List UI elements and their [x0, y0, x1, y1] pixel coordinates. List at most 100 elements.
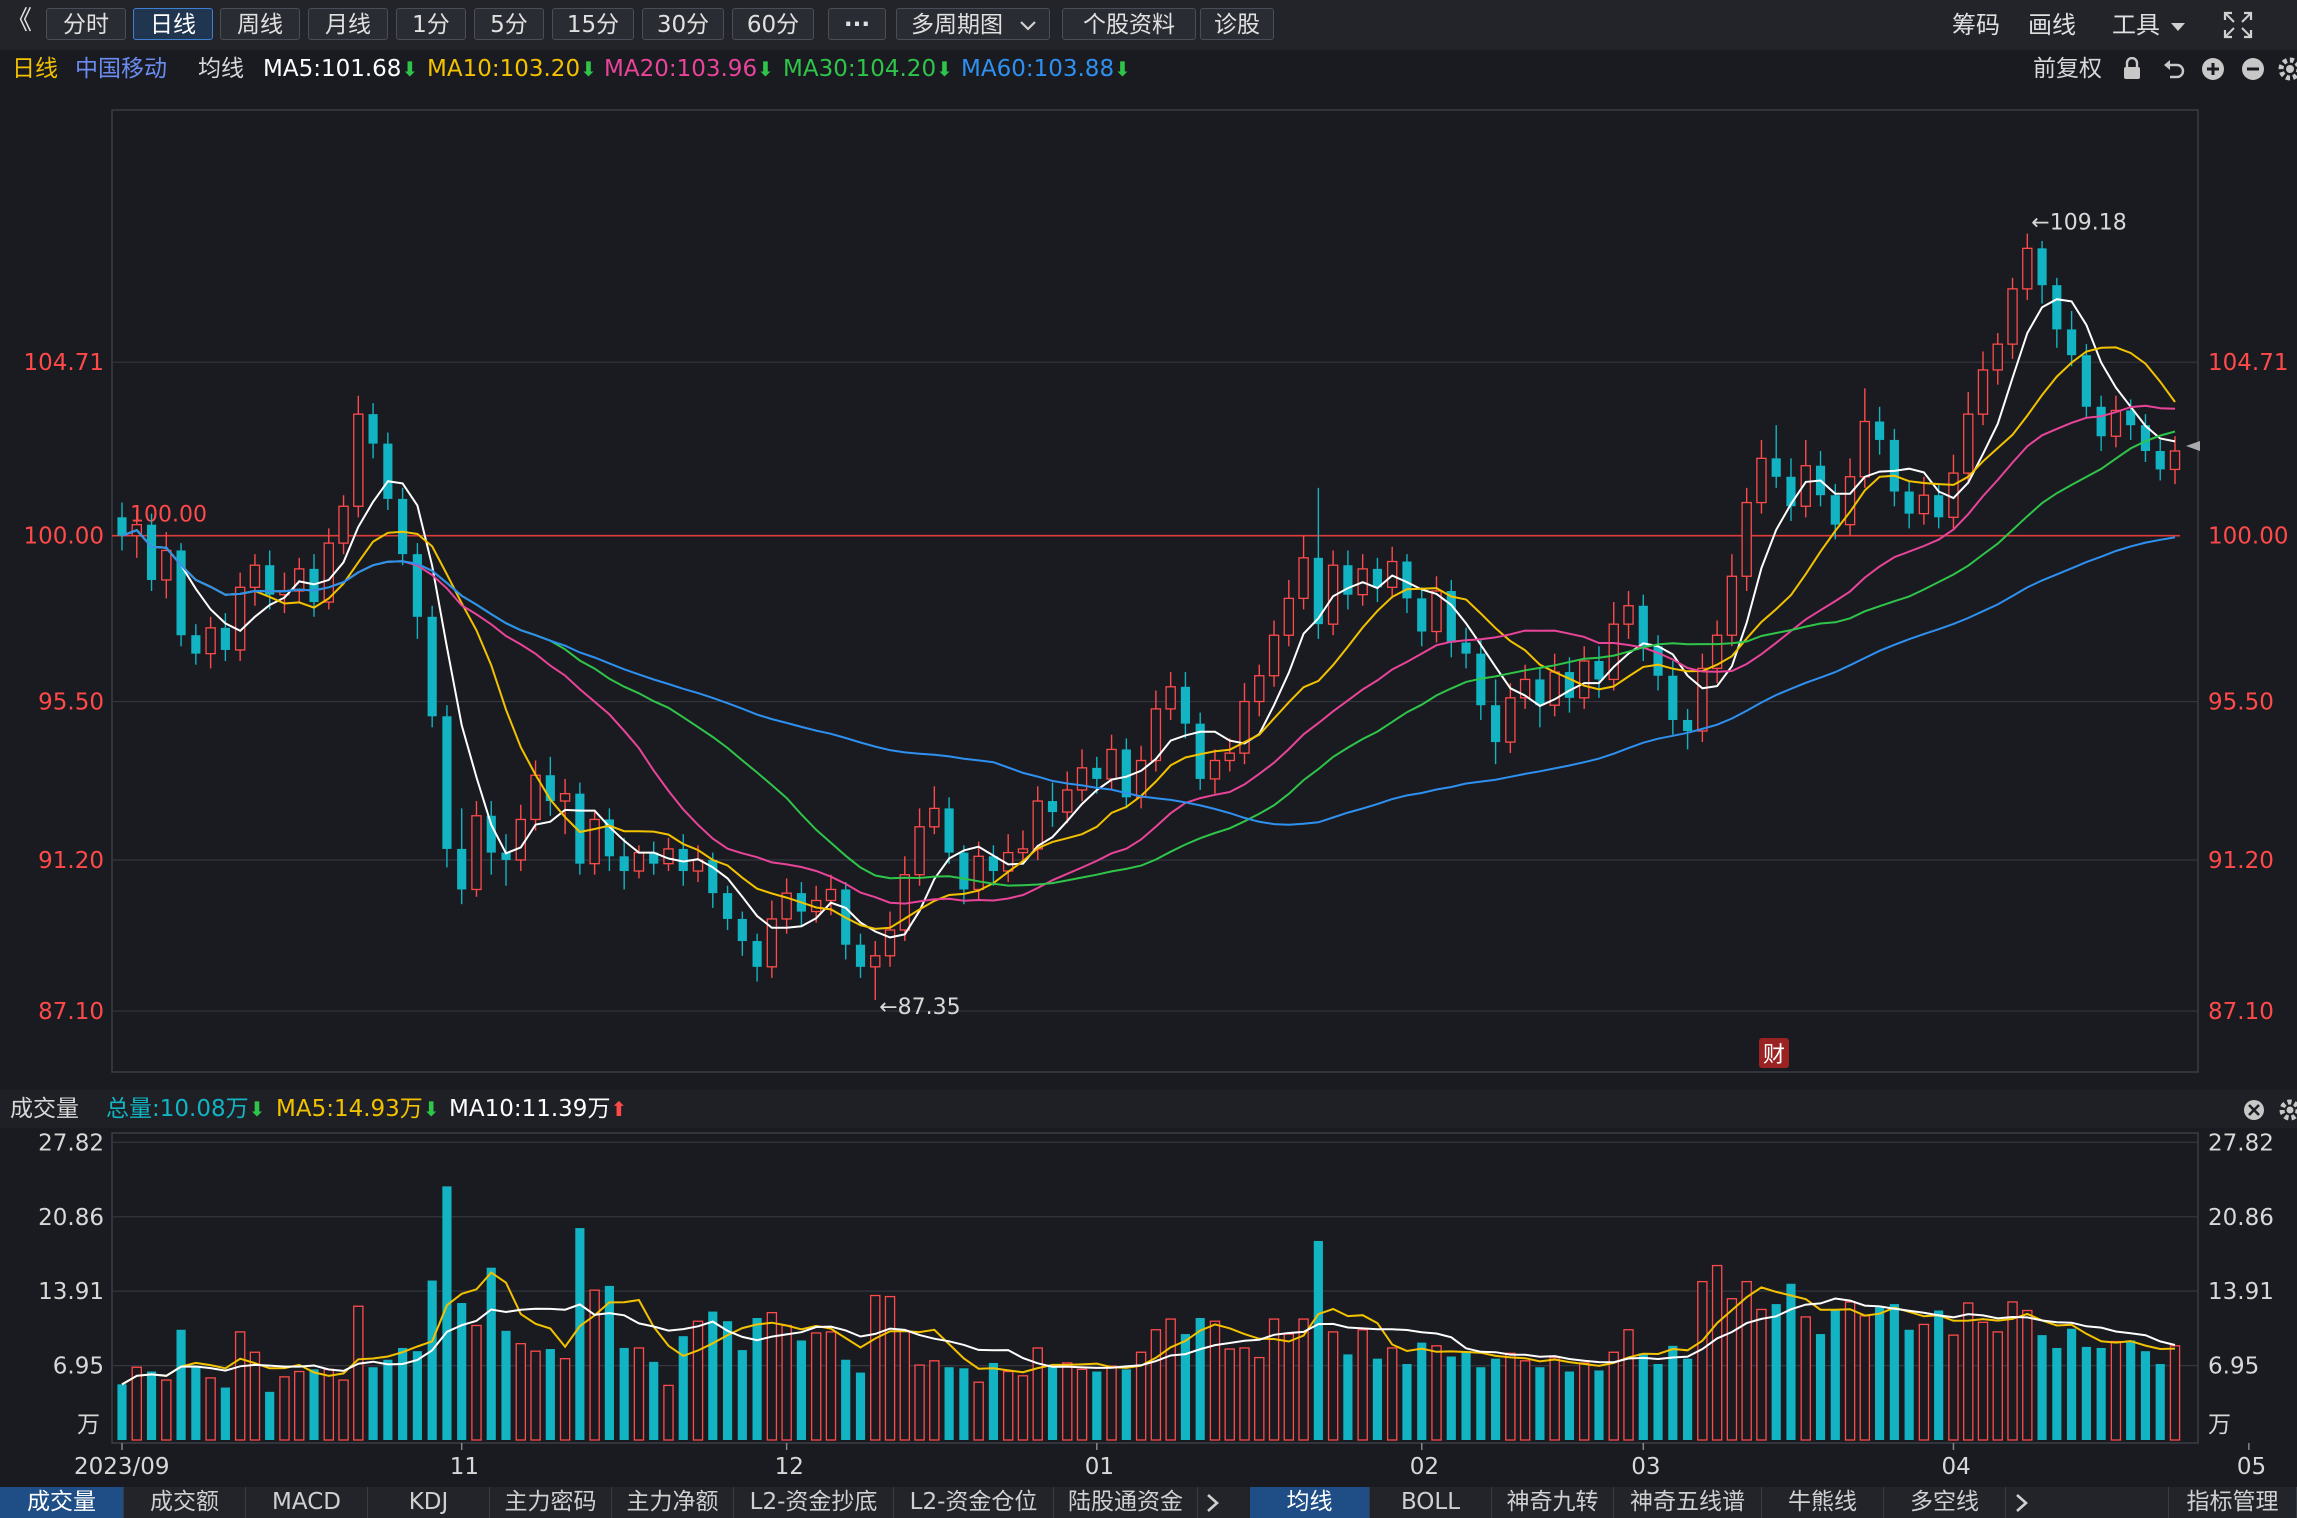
candle-body-up [161, 549, 172, 581]
adjust-selector[interactable]: 前复权 [2033, 50, 2102, 88]
volume-bar-up [1741, 1280, 1752, 1441]
finance-badge[interactable]: 财 [1759, 1038, 1789, 1068]
ma-type-selector[interactable]: 均线 [198, 50, 244, 88]
ma60-value: MA60:103.88⬇ [961, 50, 1131, 88]
candle-body-down [2081, 355, 2091, 407]
tools-button[interactable]: 工具 [2112, 8, 2186, 42]
tab-kdj[interactable]: KDJ [368, 1487, 490, 1518]
ma20-value: MA20:103.96⬇ [604, 50, 774, 88]
candle-body-up [2022, 247, 2033, 290]
draw-button[interactable]: 画线 [2028, 8, 2076, 42]
indicator-manage-button[interactable]: 指标管理 [2168, 1487, 2297, 1518]
ma10-text: MA10:103.20 [427, 56, 581, 82]
indicator-settings-gear-icon[interactable] [2278, 1098, 2297, 1122]
tab-ma[interactable]: 均线 [1250, 1487, 1370, 1518]
diagnose-button[interactable]: 诊股 [1200, 8, 1274, 40]
volume-bar-down [1446, 1356, 1456, 1440]
indicator-tab-bar: 成交量 成交额 MACD KDJ 主力密码 主力净额 L2-资金抄底 L2-资金… [0, 1487, 2297, 1518]
candle-body-up [1106, 748, 1117, 780]
price-tick-label: 104.71 [24, 350, 104, 376]
candle-body-down [1668, 675, 1678, 720]
period-button-intraday[interactable]: 分时 [46, 8, 126, 40]
volume-bar-up [899, 1330, 911, 1441]
tab-volume[interactable]: 成交量 [0, 1487, 124, 1518]
tab-l2-bottom-fishing[interactable]: L2-资金抄底 [734, 1487, 894, 1518]
zoom-out-icon[interactable] [2240, 56, 2266, 82]
period-button-15min[interactable]: 15分 [552, 8, 634, 40]
company-info-button[interactable]: 个股资料 [1062, 8, 1196, 40]
tab-long-short-line[interactable]: 多空线 [1884, 1487, 2006, 1518]
candle-body-up [515, 818, 527, 861]
volume-tick-label: 6.95 [2208, 1354, 2259, 1380]
volume-chart[interactable]: 27.82 20.86 13.91 6.95 万 27.82 20.86 13.91 6.95… [0, 1128, 2297, 1487]
tab-main-force-net[interactable]: 主力净额 [612, 1487, 734, 1518]
tab-northbound-fund[interactable]: 陆股通资金 [1054, 1487, 1198, 1518]
candle-body-down [1830, 495, 1840, 525]
volume-bar-up [1076, 1368, 1088, 1441]
settings-gear-icon[interactable] [2277, 56, 2297, 82]
tab-boll[interactable]: BOLL [1370, 1487, 1492, 1518]
undo-icon[interactable] [2162, 57, 2186, 81]
period-button-1min[interactable]: 1分 [396, 8, 466, 40]
candle-body-down [1683, 719, 1693, 732]
period-button-5min[interactable]: 5分 [474, 8, 544, 40]
price-chart[interactable]: 104.71 100.00 95.50 91.20 87.10 104.71 100.00… [0, 88, 2297, 1088]
chips-button[interactable]: 筹码 [1952, 8, 2000, 42]
back-button[interactable]: 《 [6, 4, 32, 38]
volume-indicator-title: 成交量 [10, 1096, 79, 1122]
candle-body-up [1209, 759, 1221, 780]
volume-bar-down [1564, 1371, 1575, 1440]
volume-bar-down [383, 1359, 393, 1440]
volume-bar-down [146, 1371, 157, 1440]
volume-bar-up [1254, 1356, 1265, 1441]
volume-bar-down [2140, 1351, 2151, 1440]
date-label: 03 [1631, 1454, 1660, 1480]
tools-label: 工具 [2112, 11, 2160, 39]
chevron-right-icon[interactable] [2012, 1492, 2032, 1514]
close-indicator-icon[interactable] [2242, 1098, 2266, 1122]
candle-body-up [1505, 697, 1516, 743]
tab-turnover[interactable]: 成交额 [124, 1487, 246, 1518]
tab-magic-five-lines[interactable]: 神奇五线谱 [1614, 1487, 1762, 1518]
period-button-weekly[interactable]: 周线 [220, 8, 300, 40]
candle-body-down [309, 568, 319, 603]
tab-bull-bear-line[interactable]: 牛熊线 [1762, 1487, 1884, 1518]
period-button-monthly[interactable]: 月线 [308, 8, 388, 40]
volume-bar-down [398, 1347, 408, 1440]
volume-tick-label: 13.91 [2208, 1279, 2274, 1305]
ma20-text: MA20:103.96 [604, 56, 758, 82]
fullscreen-icon[interactable] [2222, 10, 2254, 40]
volume-bar-down [1491, 1358, 1501, 1440]
volume-bar-down [1180, 1334, 1191, 1440]
period-button-daily[interactable]: 日线 [133, 8, 213, 40]
tab-l2-position[interactable]: L2-资金仓位 [894, 1487, 1054, 1518]
volume-bar-down [1668, 1345, 1678, 1440]
candle-body-down [944, 808, 954, 853]
tab-macd[interactable]: MACD [246, 1487, 368, 1518]
lock-icon[interactable] [2121, 57, 2143, 81]
tab-main-force-code[interactable]: 主力密码 [490, 1487, 612, 1518]
candle-body-up [589, 818, 600, 865]
period-button-60min[interactable]: 60分 [732, 8, 814, 40]
zoom-in-icon[interactable] [2200, 56, 2226, 82]
volume-bar-down [427, 1280, 437, 1440]
volume-bar-up [1726, 1298, 1738, 1441]
volume-bar-down [265, 1391, 275, 1440]
candle-body-down [457, 848, 467, 890]
stock-name[interactable]: 中国移动 [75, 50, 167, 88]
volume-bar-down [2052, 1347, 2062, 1440]
candle-body-up [1224, 752, 1235, 762]
tab-magic-nine[interactable]: 神奇九转 [1492, 1487, 1614, 1518]
volume-bar-down [1653, 1364, 1663, 1440]
more-periods-button[interactable]: ··· [828, 8, 886, 40]
volume-bar-down [944, 1367, 954, 1440]
period-button-30min[interactable]: 30分 [642, 8, 724, 40]
volume-bar-down [1683, 1358, 1693, 1440]
chevron-right-icon[interactable] [1203, 1492, 1223, 1514]
volume-bar-down [1092, 1371, 1102, 1440]
volume-bar-down [1786, 1283, 1796, 1440]
date-label: 2023/09 [74, 1454, 170, 1480]
multi-period-dropdown[interactable]: 多周期图 [896, 8, 1050, 40]
volume-bar-down [176, 1329, 186, 1440]
volume-bar-down [737, 1350, 747, 1440]
